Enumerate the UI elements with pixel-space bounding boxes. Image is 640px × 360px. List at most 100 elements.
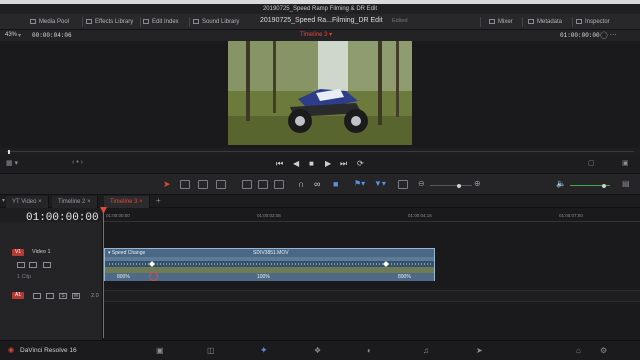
solo-button[interactable]: S xyxy=(59,293,67,299)
playhead[interactable] xyxy=(103,208,104,338)
color-page-icon[interactable]: ◐ xyxy=(367,346,372,355)
project-title: 20190725_Speed Ra...Filming_DR Edit xyxy=(260,17,383,24)
ruler-label: 01:00:02:08 xyxy=(257,213,281,218)
zoom-out-icon[interactable]: ⊖ xyxy=(418,179,425,188)
effects-library-button[interactable]: Effects Library xyxy=(86,17,133,27)
link-icon[interactable]: ∞ xyxy=(314,179,320,189)
clip-header: ▾ Speed Change SDIV3851.MOV xyxy=(105,249,434,257)
audio-meter-icon[interactable]: ▤ xyxy=(622,179,630,188)
cut-page-icon[interactable]: ◫ xyxy=(207,346,215,355)
window-title: 20190725_Speed Ramp Filming & DR Edit xyxy=(0,4,640,14)
gear-icon[interactable]: ⚙ xyxy=(600,346,607,355)
match-frame-icon[interactable]: ▢ xyxy=(588,159,595,167)
media-page-icon[interactable]: ▣ xyxy=(156,346,164,355)
marker-icon[interactable]: ▼▾ xyxy=(374,179,386,188)
flag-icon[interactable]: ⚑▾ xyxy=(354,179,365,188)
jump-start-icon[interactable]: ⏮ xyxy=(276,159,283,169)
fairlight-page-icon[interactable]: ♫ xyxy=(423,346,429,355)
tab-dropdown-icon[interactable]: ▾ xyxy=(2,197,5,204)
auto-select-icon[interactable] xyxy=(29,262,37,268)
zoom-level[interactable]: 43% xyxy=(5,32,17,38)
overwrite-clip-icon[interactable] xyxy=(258,180,268,189)
record-timecode: 01:00:00:00 xyxy=(560,32,600,39)
snapping-icon[interactable]: ∩ xyxy=(298,179,304,189)
replace-clip-icon[interactable] xyxy=(274,180,284,189)
tab-yt-video[interactable]: YT Video × xyxy=(6,196,49,208)
timeline-ruler[interactable]: 01:00:00:00 01:00:02:08 01:00:04:16 01:0… xyxy=(103,208,640,222)
edit-page-icon[interactable]: ✦ xyxy=(260,345,268,356)
viewer-options-icon[interactable]: ◯ ⋯ xyxy=(600,31,617,39)
edit-index-button[interactable]: Edit Index xyxy=(143,17,179,27)
media-pool-button[interactable]: Media Pool xyxy=(30,17,69,27)
lock-icon[interactable] xyxy=(17,262,25,268)
effects-library-label: Effects Library xyxy=(95,19,134,25)
speed-percent-left[interactable]: 800% xyxy=(117,274,130,280)
loop-icon[interactable]: ⟳ xyxy=(357,159,364,168)
play-icon[interactable]: ▶ xyxy=(325,159,331,168)
layout-icon[interactable]: ▦ ▾ xyxy=(6,159,18,167)
add-timeline-icon[interactable]: + xyxy=(156,196,161,205)
home-icon[interactable]: ⌂ xyxy=(576,346,581,355)
edit-index-label: Edit Index xyxy=(152,19,179,25)
video-clip[interactable]: ▾ Speed Change SDIV3851.MOV 800% 100% 80… xyxy=(104,248,435,281)
audio-lock-icon[interactable] xyxy=(33,293,41,299)
prev-next-icons[interactable]: ‹ • › xyxy=(72,159,83,166)
trim-tool-icon[interactable] xyxy=(180,180,190,189)
speed-percent-right[interactable]: 800% xyxy=(398,274,411,280)
speed-percent-row: 800% 100% 800% xyxy=(105,272,434,281)
a1-badge[interactable]: A1 xyxy=(12,292,24,299)
tab-timeline-2[interactable]: Timeline 2 × xyxy=(52,196,98,208)
selection-tool-icon[interactable]: ➤ xyxy=(163,179,171,190)
video-track-name: Video 1 xyxy=(32,249,51,255)
speed-percent-middle[interactable]: 100% xyxy=(257,274,270,280)
deliver-page-icon[interactable]: ➤ xyxy=(476,346,483,355)
position-lock-icon[interactable]: ■ xyxy=(333,179,338,189)
timeline-tabs: ▾ YT Video × Timeline 2 × Timeline 3 × + xyxy=(0,195,640,208)
fullscreen-icon[interactable]: ▣ xyxy=(622,159,629,167)
ruler-label: 01:00:04:16 xyxy=(408,213,432,218)
volume-slider[interactable] xyxy=(570,184,610,188)
resolve-logo-icon: ◉ xyxy=(8,347,15,354)
tab-label: Timeline 3 xyxy=(110,199,138,205)
viewer-timeline-name[interactable]: Timeline 3 ▾ xyxy=(300,31,332,38)
viewer-scrub-bar[interactable] xyxy=(6,150,634,154)
zoom-in-icon[interactable]: ⊕ xyxy=(474,179,481,188)
v1-badge[interactable]: V1 xyxy=(12,249,24,256)
divider xyxy=(522,17,523,27)
stop-icon[interactable]: ■ xyxy=(309,159,314,168)
blade-tool-icon[interactable] xyxy=(216,180,226,189)
ruler-label: 01:00:00:00 xyxy=(106,213,130,218)
audio-auto-select-icon[interactable] xyxy=(46,293,54,299)
insert-clip-icon[interactable] xyxy=(242,180,252,189)
jump-end-icon[interactable]: ⏭ xyxy=(340,159,347,169)
ruler-label: 01:00:07:00 xyxy=(559,213,583,218)
media-pool-label: Media Pool xyxy=(39,19,70,25)
sound-library-button[interactable]: Sound Library xyxy=(193,17,239,27)
tab-timeline-3[interactable]: Timeline 3 × xyxy=(104,196,150,208)
mixer-label: Mixer xyxy=(498,19,513,25)
speaker-icon[interactable]: 🔈 xyxy=(556,179,566,188)
source-timecode: 00:00:04:06 xyxy=(32,32,72,39)
fusion-page-icon[interactable]: ❖ xyxy=(314,346,321,355)
timeline-view-icon[interactable] xyxy=(398,180,408,189)
divider xyxy=(480,17,481,27)
app-name: DaVinci Resolve 16 xyxy=(20,347,77,354)
scrub-handle[interactable] xyxy=(8,150,10,154)
speed-change-text: Speed Change xyxy=(111,250,146,256)
mixer-button[interactable]: Mixer xyxy=(489,17,513,27)
dynamic-trim-icon[interactable] xyxy=(198,180,208,189)
divider xyxy=(82,17,83,27)
metadata-button[interactable]: Metadata xyxy=(528,17,562,27)
video-frame xyxy=(228,41,412,145)
mute-button[interactable]: M xyxy=(72,293,80,299)
tab-label: YT Video xyxy=(12,199,37,205)
inspector-button[interactable]: Inspector xyxy=(576,17,610,27)
chevron-down-icon[interactable]: ▾ xyxy=(18,32,21,39)
audio-track-lane[interactable] xyxy=(103,290,640,302)
zoom-slider[interactable] xyxy=(430,184,472,188)
track-visible-icon[interactable] xyxy=(43,262,51,268)
atv-frame-image xyxy=(228,41,412,145)
reverse-play-icon[interactable]: ◀ xyxy=(293,159,299,168)
transport-controls: ▦ ▾ ‹ • › ⏮ ◀ ■ ▶ ⏭ ⟳ ▢ ▣ xyxy=(0,155,640,173)
speed-handle-highlight[interactable] xyxy=(149,272,158,281)
